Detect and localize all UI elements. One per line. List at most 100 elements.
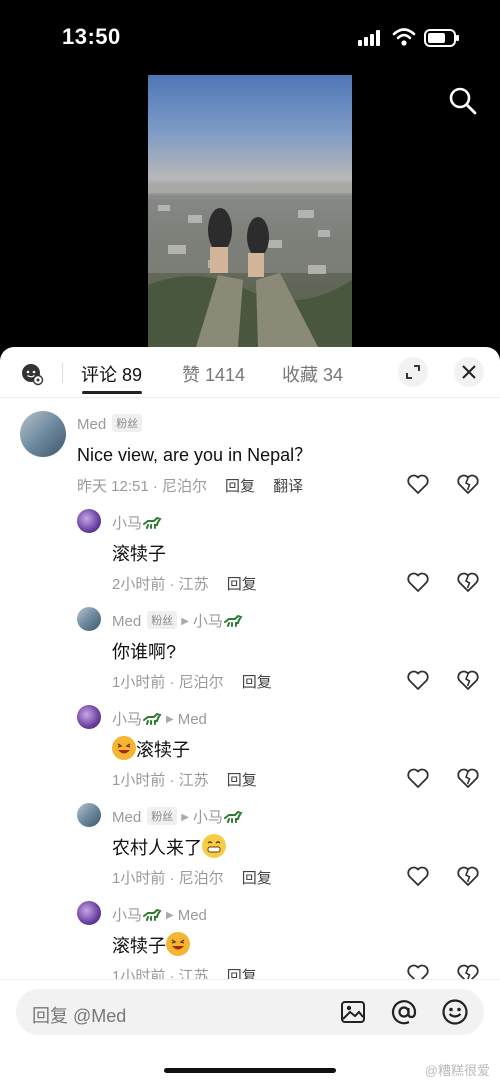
battery-icon (424, 29, 459, 47)
reply-input[interactable]: 回复 @Med (16, 989, 484, 1035)
broken-heart-icon[interactable] (456, 767, 480, 789)
comments-sheet: 评论 89 赞 1414 收藏 34 Med 粉丝 Nice view, are … (0, 347, 500, 1084)
comment-text: Nice view, are you in Nepal？ (77, 445, 313, 465)
reply-arrow-icon: ▶ (181, 812, 189, 823)
fan-badge: 粉丝 (147, 807, 178, 825)
tab-comments[interactable]: 评论 89 (81, 361, 142, 387)
comment-meta: 1小时前 · 江苏 回复 (112, 769, 257, 790)
wifi-icon (392, 28, 416, 46)
broken-heart-icon[interactable] (456, 865, 480, 887)
avatar[interactable] (20, 411, 66, 457)
reply-arrow-icon: ▶ (181, 616, 189, 627)
comment-username[interactable]: Med 粉丝 ▶ 小马 (112, 610, 243, 631)
reply-button[interactable]: 回复 (227, 772, 257, 789)
smile-icon[interactable] (441, 998, 469, 1026)
avatar[interactable] (77, 607, 101, 631)
comment-text: 滚犊子 (112, 932, 190, 958)
grinning-emoji-icon (202, 834, 226, 858)
watermark: @糟糕很爱 (424, 1063, 490, 1078)
comment-username[interactable]: Med 粉丝 ▶ 小马 (112, 806, 243, 827)
comment-username[interactable]: 小马 (112, 512, 162, 533)
broken-heart-icon[interactable] (456, 669, 480, 691)
username-text[interactable]: 小马 (112, 711, 142, 728)
avatar[interactable] (77, 803, 101, 827)
comment-username[interactable]: 小马 ▶ Med (112, 708, 207, 729)
close-button[interactable] (454, 357, 484, 387)
reply-target-username[interactable]: 小马 (193, 809, 223, 826)
horse-icon (143, 712, 162, 725)
comment-meta: 2小时前 · 江苏 回复 (112, 573, 257, 594)
comment-text-content: 滚犊子 (112, 936, 166, 956)
comment-time-location: 1小时前 · 江苏 (112, 772, 209, 789)
reply-input-placeholder: 回复 @Med (32, 1006, 127, 1026)
video-frame-image (148, 185, 352, 347)
laughing-emoji-icon (112, 736, 136, 760)
tab-divider (62, 363, 63, 383)
status-time: 13:50 (62, 24, 121, 49)
comment-text: 滚犊子 (112, 736, 190, 762)
comment-time-location: 1小时前 · 尼泊尔 (112, 674, 224, 691)
comment-time-location: 1小时前 · 尼泊尔 (112, 870, 224, 887)
expand-icon (406, 365, 420, 379)
reply-button[interactable]: 回复 (242, 870, 272, 887)
username-text[interactable]: Med (112, 613, 141, 630)
comment-meta: 昨天 12:51 · 尼泊尔 回复 翻译 (77, 475, 303, 496)
broken-heart-icon[interactable] (456, 473, 480, 495)
horse-icon (223, 614, 243, 627)
reply-arrow-icon: ▶ (166, 910, 174, 921)
broken-heart-icon[interactable] (456, 571, 480, 593)
heart-icon[interactable] (406, 767, 430, 789)
close-icon (462, 365, 476, 379)
comment-text-content: 农村人来了 (112, 838, 202, 858)
active-tab-indicator (82, 391, 142, 394)
horse-icon (143, 908, 162, 921)
fan-badge: 粉丝 (112, 414, 143, 432)
avatar[interactable] (77, 901, 101, 925)
username-text[interactable]: 小马 (112, 907, 142, 924)
reply-button[interactable]: 回复 (225, 478, 255, 495)
comment-username[interactable]: 小马 ▶ Med (112, 904, 207, 925)
reply-target-username[interactable]: Med (178, 907, 207, 924)
comment-username[interactable]: Med 粉丝 (77, 414, 143, 433)
comment-text: 滚犊子 (112, 544, 166, 564)
fan-badge: 粉丝 (147, 611, 178, 629)
comments-tab-bar: 评论 89 赞 1414 收藏 34 (0, 347, 500, 398)
avatar[interactable] (77, 705, 101, 729)
expand-button[interactable] (398, 357, 428, 387)
comment-text-content: 滚犊子 (136, 740, 190, 760)
reply-arrow-icon: ▶ (166, 714, 174, 725)
comment-meta: 1小时前 · 尼泊尔 回复 (112, 671, 272, 692)
heart-icon[interactable] (406, 571, 430, 593)
heart-icon[interactable] (406, 473, 430, 495)
comment-time-location: 2小时前 · 江苏 (112, 576, 209, 593)
username-text[interactable]: Med (112, 809, 141, 826)
comment-meta: 1小时前 · 尼泊尔 回复 (112, 867, 272, 888)
comment-time-location: 昨天 12:51 · 尼泊尔 (77, 478, 208, 495)
heart-icon[interactable] (406, 669, 430, 691)
reply-input-bar: 回复 @Med @糟糕很爱 (0, 979, 500, 1085)
heart-icon[interactable] (406, 865, 430, 887)
horse-icon (223, 810, 243, 823)
cellular-signal-icon (358, 30, 380, 46)
laughing-emoji-icon (166, 932, 190, 956)
reply-target-username[interactable]: 小马 (193, 613, 223, 630)
video-player[interactable] (148, 75, 352, 347)
comment-text: 你谁啊? (112, 642, 177, 662)
tab-favorites[interactable]: 收藏 34 (282, 361, 343, 387)
reply-target-username[interactable]: Med (178, 711, 207, 728)
tab-likes[interactable]: 赞 1414 (182, 361, 245, 387)
avatar[interactable] (77, 509, 101, 533)
username-text[interactable]: Med (77, 416, 106, 433)
translate-button[interactable]: 翻译 (273, 478, 303, 495)
reply-button[interactable]: 回复 (227, 576, 257, 593)
username-text[interactable]: 小马 (112, 515, 142, 532)
horse-icon (143, 516, 162, 529)
status-bar: 13:50 (0, 0, 500, 70)
reply-button[interactable]: 回复 (242, 674, 272, 691)
at-icon[interactable] (390, 998, 418, 1026)
search-icon[interactable] (448, 86, 478, 116)
comment-text: 农村人来了 (112, 834, 226, 860)
emoji-face-icon[interactable] (20, 362, 44, 386)
image-icon[interactable] (340, 999, 366, 1025)
home-indicator[interactable] (164, 1068, 336, 1073)
